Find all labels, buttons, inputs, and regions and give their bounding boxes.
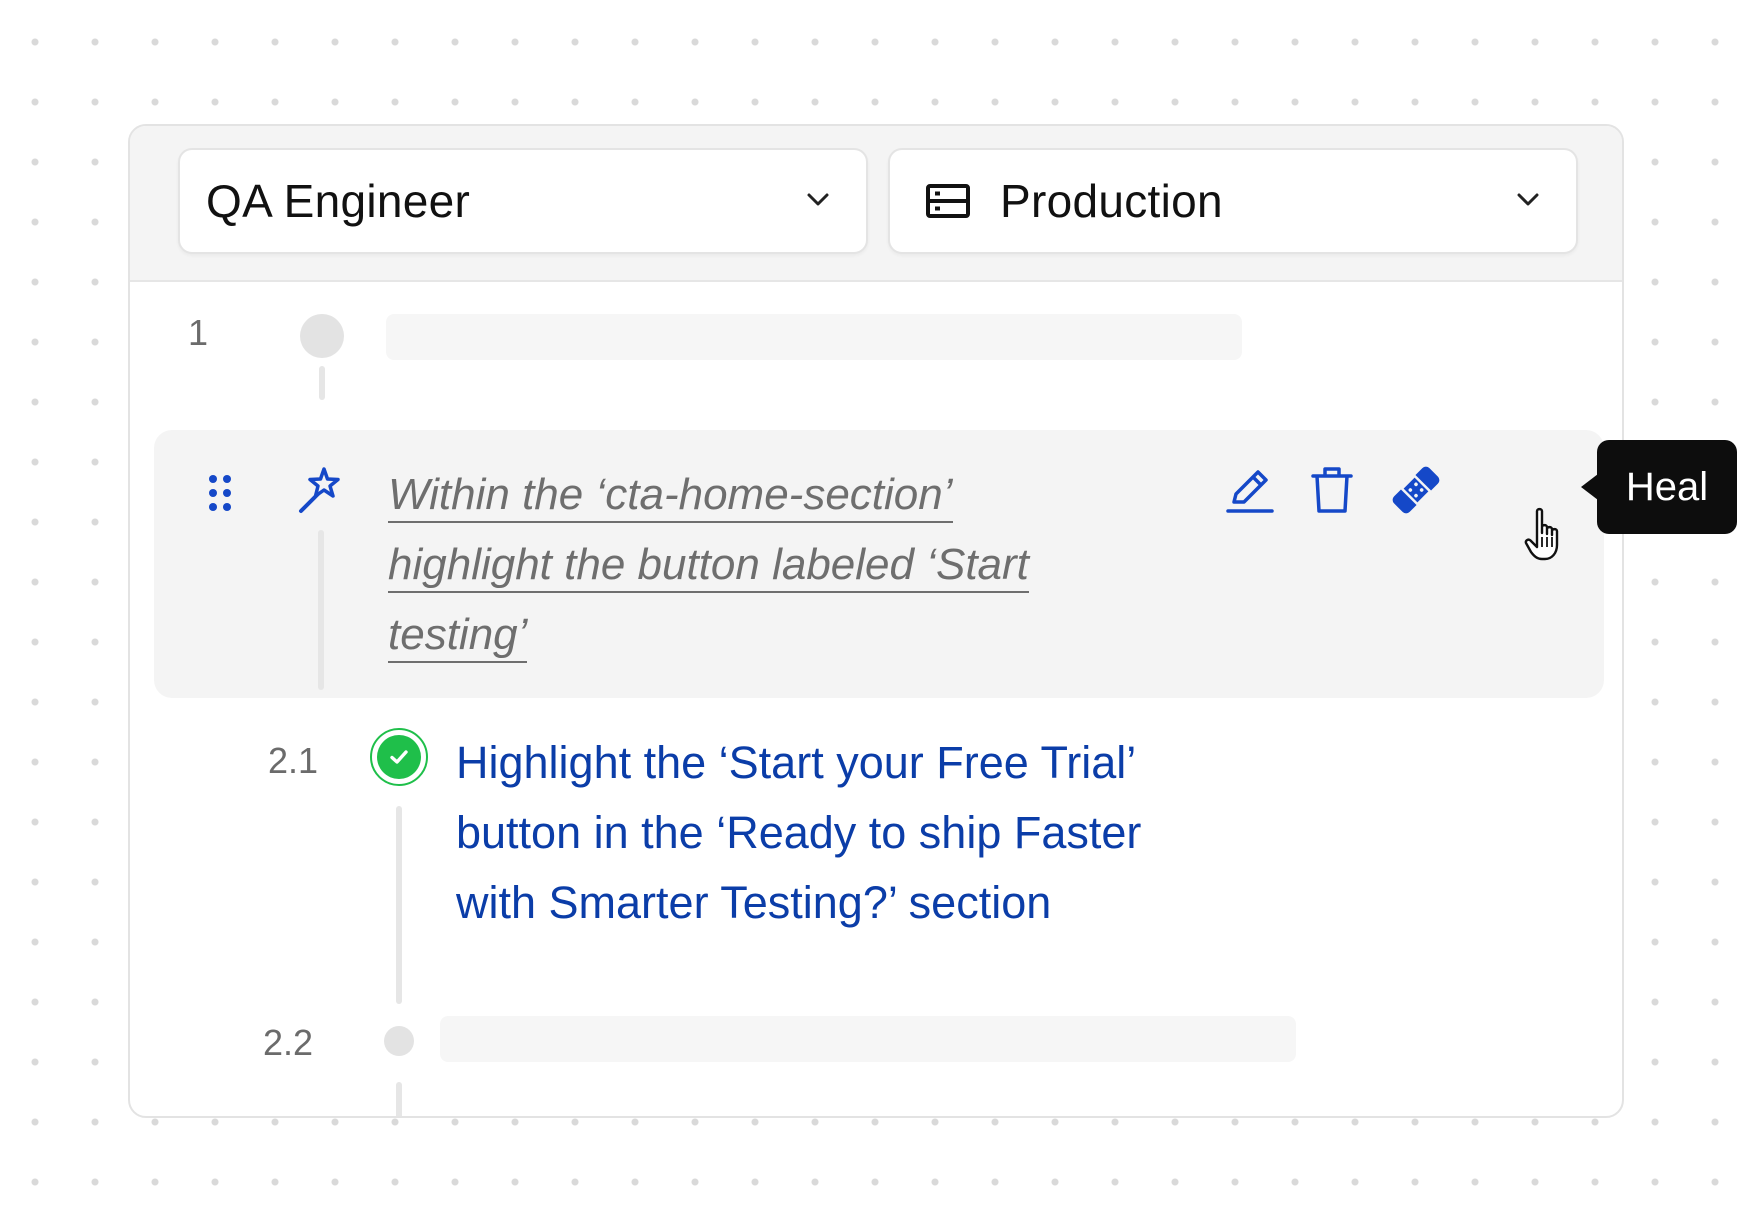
delete-button[interactable] [1306, 464, 1358, 516]
step-number: 1 [188, 312, 209, 353]
step-description-line: Within the ‘cta-home-section’ [388, 470, 953, 523]
heal-button[interactable] [1390, 464, 1442, 516]
step-description-line: testing’ [388, 610, 528, 663]
heal-tooltip: Heal [1597, 440, 1737, 534]
timeline-connector [319, 366, 325, 400]
card-header: QA Engineer Production [130, 126, 1622, 282]
test-steps-card: QA Engineer Production 1 Within the ‘cta… [128, 124, 1624, 1118]
substep-description[interactable]: Highlight the ‘Start your Free Trial’ bu… [456, 728, 1216, 938]
step-status-dot [384, 1026, 414, 1056]
step-description-line: highlight the button labeled ‘Start [388, 540, 1029, 593]
timeline-connector [396, 806, 402, 1004]
server-icon [926, 184, 970, 218]
check-icon [390, 750, 408, 764]
active-step-row[interactable]: Within the ‘cta-home-section’ highlight … [154, 430, 1604, 698]
timeline-connector [396, 1082, 402, 1116]
step-passed-status [370, 728, 428, 786]
role-select-value: QA Engineer [206, 175, 471, 227]
chevron-down-icon [807, 193, 829, 206]
tooltip-arrow [1581, 474, 1598, 500]
step-placeholder [440, 1016, 1296, 1062]
step-description[interactable]: Within the ‘cta-home-section’ highlight … [388, 460, 1088, 670]
environment-select-value: Production [1000, 175, 1223, 227]
step-number: 2.1 [268, 740, 319, 781]
environment-select[interactable]: Production [888, 148, 1578, 254]
substep-description-line: Highlight the ‘Start your Free Trial’ [456, 737, 1137, 788]
tooltip-label: Heal [1625, 464, 1709, 509]
hand-cursor-icon [1524, 507, 1559, 561]
step-status-dot [300, 314, 344, 358]
substep-description-line: button in the ‘Ready to ship Faster [456, 807, 1142, 858]
substep-description-line: with Smarter Testing?’ section [456, 877, 1052, 928]
step-placeholder [386, 314, 1242, 360]
timeline-connector [318, 530, 324, 690]
role-select[interactable]: QA Engineer [178, 148, 868, 254]
magic-wand-icon [299, 467, 340, 513]
step-number: 2.2 [263, 1022, 314, 1063]
drag-handle-icon[interactable] [208, 474, 232, 512]
edit-button[interactable] [1224, 464, 1276, 516]
chevron-down-icon [1517, 193, 1539, 206]
